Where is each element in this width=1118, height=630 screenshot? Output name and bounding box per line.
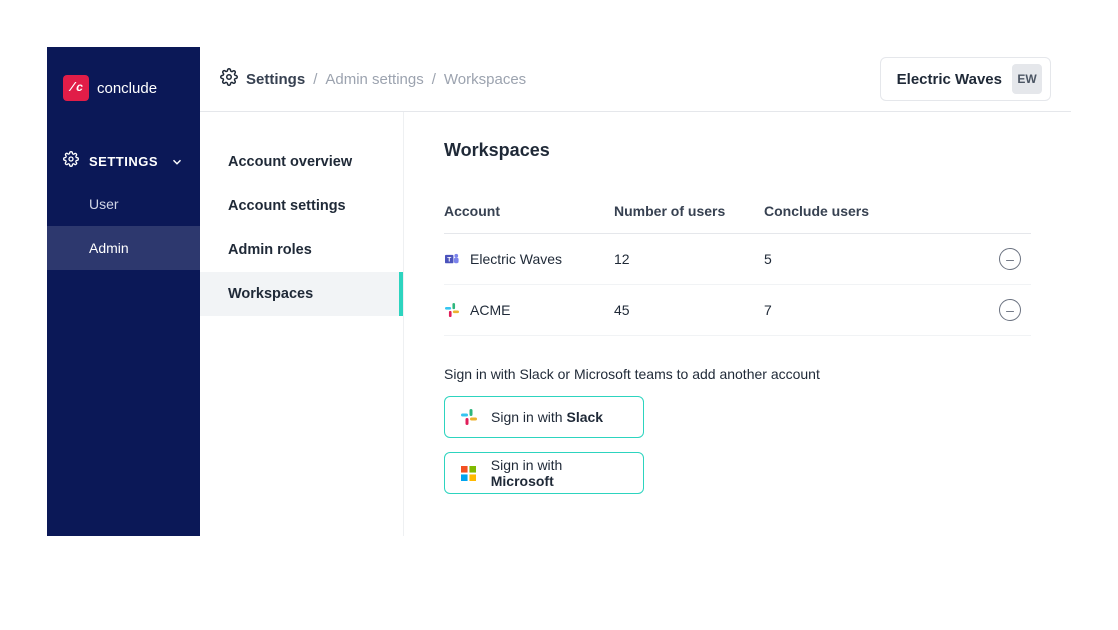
gear-icon	[63, 151, 79, 172]
signin-slack-prefix: Sign in with	[491, 409, 566, 425]
conclude-users-cell: 7	[764, 302, 944, 318]
remove-workspace-button[interactable]: –	[999, 248, 1021, 270]
topbar: Settings / Admin settings / Workspaces E…	[200, 47, 1071, 112]
num-users-cell: 12	[614, 251, 764, 267]
microsoft-icon	[461, 465, 477, 481]
signin-slack-strong: Slack	[566, 409, 603, 425]
col-conclude-users: Conclude users	[764, 203, 944, 219]
org-switcher[interactable]: Electric Waves EW	[880, 57, 1051, 101]
signin-hint: Sign in with Slack or Microsoft teams to…	[444, 366, 1031, 382]
subnav-workspaces[interactable]: Workspaces	[200, 272, 403, 316]
breadcrumb-root[interactable]: Settings	[246, 71, 305, 88]
main-content: Workspaces Account Number of users Concl…	[404, 112, 1071, 536]
body: Account overview Account settings Admin …	[200, 112, 1071, 536]
conclude-users-cell: 5	[764, 251, 944, 267]
slack-icon	[444, 302, 460, 318]
nav-section-label: SETTINGS	[89, 154, 158, 169]
page-title: Workspaces	[444, 140, 1031, 161]
org-avatar: EW	[1012, 64, 1042, 94]
sidebar-primary: /c conclude SETTINGS User Admin	[47, 47, 200, 536]
signin-ms-strong: Microsoft	[491, 473, 554, 489]
signin-slack-button[interactable]: Sign in with Slack	[444, 396, 644, 438]
breadcrumb-mid[interactable]: Admin settings	[325, 71, 423, 88]
col-num-users: Number of users	[614, 203, 764, 219]
subnav-account-settings[interactable]: Account settings	[200, 184, 403, 228]
num-users-cell: 45	[614, 302, 764, 318]
account-name: ACME	[470, 302, 510, 318]
subnav-account-overview[interactable]: Account overview	[200, 140, 403, 184]
account-name: Electric Waves	[470, 251, 562, 267]
table-row: ACME 45 7 –	[444, 285, 1031, 336]
gear-icon	[220, 68, 238, 90]
org-name: Electric Waves	[897, 71, 1002, 88]
col-account: Account	[444, 203, 614, 219]
nav-section-settings[interactable]: SETTINGS	[47, 141, 200, 182]
signin-ms-prefix: Sign in with	[491, 457, 563, 473]
breadcrumb-leaf[interactable]: Workspaces	[444, 71, 526, 88]
sidebar-item-user[interactable]: User	[47, 182, 200, 226]
brand-logo[interactable]: /c conclude	[47, 75, 200, 141]
remove-workspace-button[interactable]: –	[999, 299, 1021, 321]
chevron-down-icon	[170, 155, 184, 169]
breadcrumb: Settings / Admin settings / Workspaces	[220, 68, 526, 90]
slack-icon	[461, 409, 477, 425]
sidebar-secondary: Account overview Account settings Admin …	[200, 112, 404, 536]
table-row: T Electric Waves 12 5 –	[444, 234, 1031, 285]
sidebar-item-admin[interactable]: Admin	[47, 226, 200, 270]
brand-name: conclude	[97, 80, 157, 97]
msteams-icon: T	[444, 251, 460, 267]
workspaces-table: Account Number of users Conclude users T…	[444, 191, 1031, 336]
table-header: Account Number of users Conclude users	[444, 191, 1031, 234]
content-pane: Settings / Admin settings / Workspaces E…	[200, 47, 1071, 536]
svg-text:T: T	[447, 256, 451, 263]
brand-logo-badge: /c	[63, 75, 89, 101]
signin-microsoft-button[interactable]: Sign in with Microsoft	[444, 452, 644, 494]
app-window: /c conclude SETTINGS User Admin	[47, 47, 1071, 536]
subnav-admin-roles[interactable]: Admin roles	[200, 228, 403, 272]
